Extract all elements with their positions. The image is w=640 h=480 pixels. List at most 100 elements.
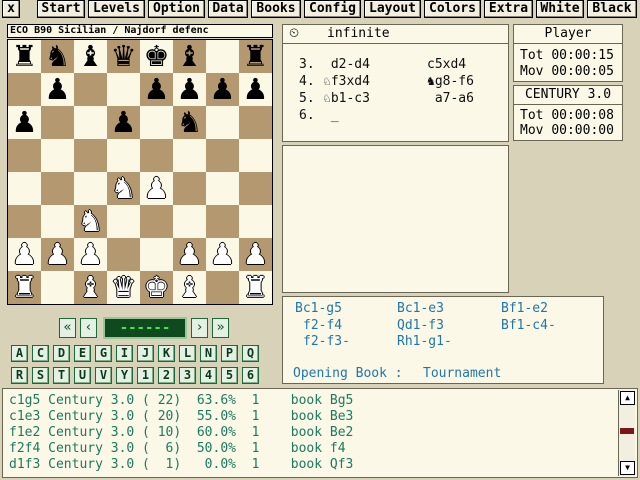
board-square[interactable] (140, 106, 173, 139)
key-button[interactable]: U (74, 367, 91, 384)
board-square[interactable]: ♟ (41, 73, 74, 106)
menu-start[interactable]: Start (37, 0, 85, 18)
black-piece-b-icon[interactable]: ♝ (177, 39, 203, 73)
board-square[interactable]: ♜ (8, 271, 41, 304)
analysis-line[interactable]: c1e3 Century 3.0 ( 20) 55.0% 1 book Be3 (9, 409, 353, 424)
board-square[interactable]: ♚ (140, 271, 173, 304)
board-square[interactable]: ♜ (239, 271, 272, 304)
book-move[interactable]: Rh1-g1- (397, 334, 452, 349)
key-button[interactable]: G (95, 345, 112, 362)
white-piece-n-icon[interactable]: ♞ (111, 171, 137, 205)
analysis-line[interactable]: f2f4 Century 3.0 ( 6) 50.0% 1 book f4 (9, 441, 346, 456)
key-button[interactable]: K (158, 345, 175, 362)
board-square[interactable] (107, 238, 140, 271)
book-move[interactable]: Bf1-c4- (501, 318, 556, 333)
black-piece-r-icon[interactable]: ♜ (12, 39, 38, 73)
black-piece-p-icon[interactable]: ♟ (177, 72, 203, 106)
key-button[interactable]: A (11, 345, 28, 362)
key-button[interactable]: S (32, 367, 49, 384)
white-piece-n-icon[interactable]: ♞ (78, 204, 104, 238)
board-square[interactable] (173, 205, 206, 238)
board-square[interactable]: ♞ (107, 172, 140, 205)
board-square[interactable]: ♟ (173, 238, 206, 271)
board-square[interactable]: ♞ (41, 40, 74, 73)
scroll-up-icon[interactable]: ▲ (620, 391, 635, 405)
board-square[interactable]: ♟ (206, 73, 239, 106)
black-move[interactable]: ♞g8-f6 (427, 74, 474, 89)
black-piece-p-icon[interactable]: ♟ (111, 105, 137, 139)
menu-layout[interactable]: Layout (364, 0, 421, 18)
black-piece-q-icon[interactable]: ♛ (111, 39, 137, 73)
board-square[interactable]: ♞ (173, 106, 206, 139)
scroll-thumb[interactable] (620, 428, 634, 434)
white-piece-p-icon[interactable]: ♟ (177, 237, 203, 271)
white-move[interactable]: d2-d4 (323, 57, 370, 72)
white-move[interactable]: _ (323, 108, 339, 123)
white-piece-p-icon[interactable]: ♟ (12, 237, 38, 271)
black-piece-n-icon[interactable]: ♞ (45, 39, 71, 73)
key-button[interactable]: T (53, 367, 70, 384)
menu-data[interactable]: Data (208, 0, 248, 18)
scroll-down-icon[interactable]: ▼ (620, 461, 635, 475)
prev-move-button[interactable]: ‹ (80, 318, 97, 338)
menu-black[interactable]: Black (587, 0, 637, 18)
white-piece-p-icon[interactable]: ♟ (243, 237, 269, 271)
board-square[interactable] (173, 139, 206, 172)
black-piece-p-icon[interactable]: ♟ (45, 72, 71, 106)
board-square[interactable] (206, 172, 239, 205)
board-square[interactable]: ♛ (107, 40, 140, 73)
chess-board[interactable]: ♜ ♞ ♝ ♛ ♚ ♝ ♜ ♟ ♟ ♟ ♟ ♟ ♟ ♟ ♞ ♞ ♟ ♞ ♟ ♟ ♟ ♟ ♟ ♟ ♜ ♝ ♛ ♚ ♝ ♜ (7, 39, 273, 305)
board-square[interactable] (8, 73, 41, 106)
last-move-button[interactable]: » (212, 318, 229, 338)
key-button[interactable]: 1 (137, 367, 154, 384)
book-move[interactable]: Bf1-e2 (501, 301, 548, 316)
menu-config[interactable]: Config (304, 0, 361, 18)
key-button[interactable]: 6 (242, 367, 259, 384)
black-piece-b-icon[interactable]: ♝ (78, 39, 104, 73)
board-square[interactable] (140, 205, 173, 238)
board-square[interactable] (173, 172, 206, 205)
board-square[interactable] (8, 205, 41, 238)
board-square[interactable] (206, 205, 239, 238)
board-square[interactable]: ♝ (74, 40, 107, 73)
book-move[interactable]: Bc1-g5 (295, 301, 342, 316)
menu-levels[interactable]: Levels (88, 0, 145, 18)
white-piece-b-icon[interactable]: ♝ (177, 270, 203, 304)
board-square[interactable]: ♚ (140, 40, 173, 73)
white-piece-r-icon[interactable]: ♜ (12, 270, 38, 304)
board-square[interactable] (206, 139, 239, 172)
move-entry-field[interactable]: ------ (103, 317, 187, 339)
white-move[interactable]: ♘b1-c3 (323, 91, 370, 106)
board-square[interactable]: ♝ (74, 271, 107, 304)
menu-colors[interactable]: Colors (424, 0, 481, 18)
analysis-line[interactable]: f1e2 Century 3.0 ( 10) 60.0% 1 book Be2 (9, 425, 353, 440)
board-square[interactable] (206, 271, 239, 304)
key-button[interactable]: Q (242, 345, 259, 362)
board-square[interactable]: ♟ (239, 73, 272, 106)
board-square[interactable]: ♟ (140, 73, 173, 106)
board-square[interactable]: ♟ (8, 238, 41, 271)
black-piece-p-icon[interactable]: ♟ (210, 72, 236, 106)
board-square[interactable] (239, 205, 272, 238)
analysis-line[interactable]: d1f3 Century 3.0 ( 1) 0.0% 1 book Qf3 (9, 457, 353, 472)
key-button[interactable]: V (95, 367, 112, 384)
book-move[interactable]: Qd1-f3 (397, 318, 444, 333)
board-square[interactable]: ♞ (74, 205, 107, 238)
board-square[interactable] (107, 73, 140, 106)
menu-option[interactable]: Option (148, 0, 205, 18)
close-button[interactable]: x (2, 0, 20, 18)
book-move[interactable]: f2-f4 (303, 318, 342, 333)
board-square[interactable] (140, 238, 173, 271)
book-move[interactable]: f2-f3- (303, 334, 350, 349)
board-square[interactable] (239, 139, 272, 172)
board-square[interactable]: ♟ (206, 238, 239, 271)
key-button[interactable]: E (74, 345, 91, 362)
black-piece-p-icon[interactable]: ♟ (243, 72, 269, 106)
board-square[interactable]: ♜ (8, 40, 41, 73)
board-square[interactable]: ♟ (140, 172, 173, 205)
analysis-line[interactable]: c1g5 Century 3.0 ( 22) 63.6% 1 book Bg5 (9, 393, 353, 408)
board-square[interactable]: ♛ (107, 271, 140, 304)
board-square[interactable] (74, 139, 107, 172)
board-square[interactable]: ♝ (173, 40, 206, 73)
board-square[interactable]: ♟ (41, 238, 74, 271)
